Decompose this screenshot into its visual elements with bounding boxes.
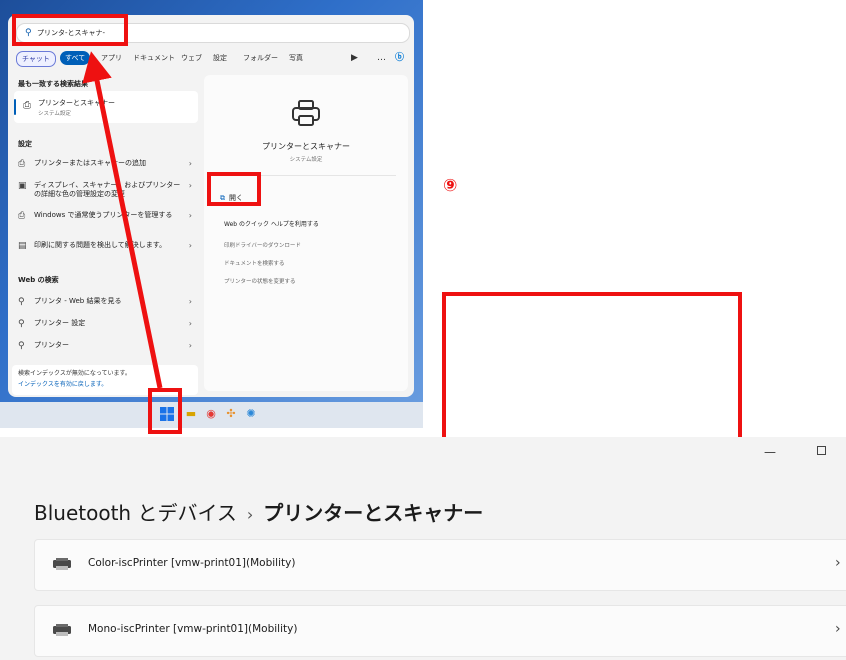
printer-icon	[53, 558, 71, 570]
printer-item[interactable]: Mono-iscPrinter [vmw-print01](Mobility) …	[34, 605, 846, 657]
chevron-right-icon: ›	[835, 555, 841, 571]
printer-item[interactable]: Color-iscPrinter [vmw-print01](Mobility)…	[34, 539, 846, 591]
printer-name: Color-iscPrinter [vmw-print01](Mobility)	[88, 557, 296, 569]
minimize-icon[interactable]: —	[764, 445, 776, 459]
maximize-icon[interactable]	[817, 446, 826, 455]
breadcrumb: Bluetooth とデバイス › プリンターとスキャナー	[34, 497, 483, 526]
printer-icon	[53, 624, 71, 636]
step-label: ⑨	[443, 176, 458, 196]
breadcrumb-parent[interactable]: Bluetooth とデバイス	[34, 501, 237, 525]
page-title: プリンターとスキャナー	[263, 501, 484, 525]
chevron-right-icon: ›	[835, 621, 841, 637]
printer-name: Mono-iscPrinter [vmw-print01](Mobility)	[88, 623, 298, 635]
settings-window: — Bluetooth とデバイス › プリンターとスキャナー Color-iscP…	[0, 437, 846, 660]
chevron-right-icon: ›	[246, 505, 254, 524]
